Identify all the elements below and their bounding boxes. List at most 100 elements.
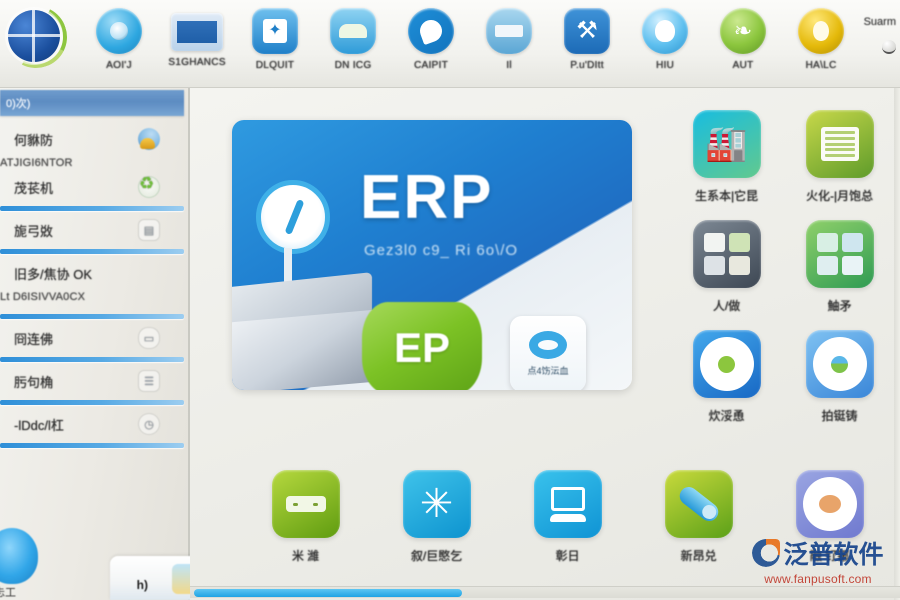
erp-banner[interactable]: ERP Gez3l0 c9_ Ri 6o\/O EP 点4饬沄血 [232, 120, 632, 390]
sidebar-item-label: 旎弓敚 [14, 223, 54, 239]
banner-tile[interactable]: 点4饬沄血 [510, 316, 586, 390]
toolbar-item-label: HA\LC [805, 60, 837, 71]
sidebar-subtext-administrator: ATJIGI6NTOR [0, 152, 188, 174]
tools-cross-icon[interactable]: ⚒ [564, 8, 610, 54]
module-tile-label: 叙/巨愍乞 [410, 549, 463, 563]
module-tile-hr[interactable]: 人/做 [670, 220, 783, 314]
sidebar-divider [0, 206, 184, 211]
list-ghost-icon: ☰ [138, 370, 160, 392]
gear-globe-icon[interactable] [805, 330, 874, 398]
toolbar-item-6[interactable]: ⚒ P.u'DItt [548, 0, 626, 71]
media-grid-icon[interactable] [805, 220, 874, 288]
module-tile-settings[interactable]: 炊浽恿 [670, 330, 783, 424]
sidebar-header: 0)次) [0, 90, 184, 116]
toolbar-item-9[interactable]: HA\LC [782, 0, 860, 71]
gear-orange-icon[interactable] [795, 470, 864, 538]
fanpu-logo-icon [752, 539, 781, 567]
report-window-icon[interactable] [171, 13, 223, 51]
horizontal-scrollbar[interactable] [190, 586, 900, 598]
toolbar-item-5[interactable]: Il [470, 0, 548, 71]
module-tile-production[interactable]: 🏭 生系本|它昆 [670, 110, 783, 204]
toolbar-item-8[interactable]: ❧ AUT [704, 0, 782, 71]
server-cloud-icon[interactable] [486, 8, 532, 54]
sidebar-footer-card-label: h) [136, 578, 148, 592]
watermark-brand: 泛普软件 [783, 541, 884, 569]
sidebar-item-status[interactable]: 旧多/焦协 OK [0, 260, 188, 286]
toolbar-item-label: P.u'DItt [570, 60, 604, 71]
gauge-meter-icon [256, 180, 330, 254]
user-status-icon[interactable] [882, 40, 896, 54]
banner-ep-badge: EP [362, 302, 482, 390]
photo-grid-icon[interactable] [692, 220, 761, 288]
monitor-icon[interactable] [533, 470, 602, 538]
sidebar-sub-label: Lt D6ISIVVA0CX [0, 291, 86, 303]
sidebar-item-list[interactable]: 肟句桷 ☰ [0, 368, 188, 394]
document-star-icon[interactable]: ✦ [252, 8, 298, 54]
toolbar-item-0[interactable]: AOI'J [80, 0, 158, 71]
toolbar-item-label: DLQUIT [255, 60, 295, 71]
toolbar-item-4[interactable]: CAIPIT [392, 0, 470, 71]
sidebar-item-clipboard[interactable]: 旎弓敚 ▤ [0, 217, 188, 243]
factory-icon[interactable]: 🏭 [692, 110, 761, 178]
module-tile-documents[interactable]: 火化-|月饱总 [783, 110, 896, 204]
droplet-ring-icon[interactable] [408, 8, 454, 54]
toolbar-item-1[interactable]: S1GHANCS [158, 0, 236, 68]
droplet-gold-icon[interactable] [798, 8, 844, 54]
water-drop-icon [0, 528, 38, 584]
scanner-icon[interactable] [271, 470, 340, 538]
toolbar-item-label: Il [506, 60, 512, 71]
sidebar-item-label: 冏连佛 [14, 331, 54, 347]
gear-green-hub-icon[interactable] [692, 330, 761, 398]
user-name-label: Suarm [863, 16, 896, 28]
snowflake-icon[interactable]: ✳ [402, 470, 471, 538]
document-list-icon[interactable] [805, 110, 874, 178]
toolbar-item-label: HIU [655, 60, 675, 71]
toolbar-item-label: AOI'J [106, 60, 132, 71]
module-tile-media[interactable]: 鮋矛 [783, 220, 896, 314]
people-group-icon[interactable]: ❧ [720, 8, 766, 54]
module-tile-system[interactable]: 拍铤铸 [783, 330, 896, 424]
sidebar-divider [0, 249, 184, 254]
sidebar-divider [0, 443, 184, 448]
module-tile-snowflake[interactable]: ✳ 叙/巨愍乞 [371, 470, 502, 564]
clock-ghost-icon: ◷ [138, 413, 160, 435]
telescope-icon[interactable] [664, 470, 733, 538]
module-tile-label: 炊浽恿 [708, 409, 745, 423]
toolbar-user-area[interactable]: Suarm [864, 0, 900, 54]
module-tile-scanner[interactable]: 米 濰 [240, 470, 371, 564]
sidebar-sub-label: ATJIGI6NTOR [0, 157, 73, 169]
sidebar-item-recycle[interactable]: 茂苌机 [0, 174, 188, 200]
sidebar-item-label: 肟句桷 [14, 374, 54, 390]
banner-tile-label: 点4饬沄血 [527, 366, 569, 376]
module-tile-monitor[interactable]: 彰日 [502, 470, 633, 564]
capsule-ghost-icon: ▭ [138, 327, 160, 349]
module-tile-label: 生系本|它昆 [694, 189, 759, 203]
globe-logo-icon [0, 0, 76, 77]
sidebar-item-label: 何貅防 [14, 132, 54, 148]
folder-card-icon[interactable] [110, 556, 202, 600]
toolbar-item-7[interactable]: HIU [626, 0, 704, 71]
toolbar-item-2[interactable]: ✦ DLQUIT [236, 0, 314, 71]
module-tile-label: 拍铤铸 [821, 409, 858, 423]
toolbar-item-label: S1GHANCS [168, 57, 226, 68]
sidebar-footer-drop-label: 忐工 [0, 587, 16, 599]
module-tile-label: 米 濰 [291, 549, 320, 563]
right-edge [894, 88, 900, 600]
blue-ring-icon [529, 331, 567, 359]
sidebar-item-user-account[interactable]: 何貅防 [0, 126, 188, 152]
horizontal-scrollbar-thumb[interactable] [194, 589, 462, 597]
recycle-icon [138, 174, 160, 198]
sidebar-item-label: 旧多/焦协 OK [14, 266, 93, 282]
sidebar-item-capsule[interactable]: 冏连佛 ▭ [0, 325, 188, 351]
cloud-cap-icon[interactable] [330, 8, 376, 54]
sidebar-item-clock[interactable]: -lDdc/l杠 ◷ [0, 411, 188, 437]
banner-subtitle: Gez3l0 c9_ Ri 6o\/O [364, 242, 519, 259]
sidebar-footer: 忐工 h) [0, 492, 202, 600]
watermark-url: www.fanpusoft.com [764, 572, 872, 586]
shield-badge-icon[interactable] [642, 8, 688, 54]
sidebar-divider [0, 314, 184, 319]
toolbar-item-label: DN ICG [334, 60, 372, 71]
watermark: 泛普软件 www.fanpusoft.com [738, 535, 898, 586]
toolbar-item-3[interactable]: DN ICG [314, 0, 392, 71]
camera-lens-icon[interactable] [96, 8, 142, 54]
